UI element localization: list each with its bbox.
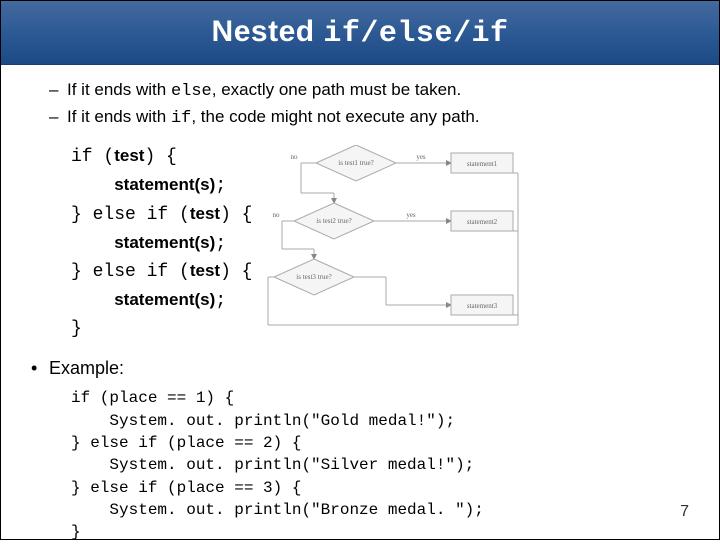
fc-stmt2: statement2	[467, 218, 498, 226]
fc-stmt3: statement3	[467, 302, 498, 310]
slide-title: Nested if/else/if	[212, 15, 509, 51]
bullet-item: – If it ends with if, the code might not…	[49, 106, 697, 131]
dash-icon: –	[49, 79, 67, 102]
flowchart-svg: is test1 true? yes statement1 no is test…	[266, 145, 521, 330]
title-plain: Nested	[212, 15, 324, 48]
syntax-block: if (test) { statement(s); } else if (tes…	[71, 143, 252, 344]
bullet-text: If it ends with if, the code might not e…	[67, 106, 480, 131]
fc-test1: is test1 true?	[339, 159, 374, 167]
title-code: if/else/if	[323, 17, 508, 51]
dash-icon: –	[49, 106, 67, 129]
bullet-item: – If it ends with else, exactly one path…	[49, 79, 697, 104]
slide-body: – If it ends with else, exactly one path…	[1, 65, 719, 554]
syntax-and-flow: if (test) { statement(s); } else if (tes…	[71, 143, 697, 344]
example-heading: • Example:	[31, 358, 697, 379]
page-number: 7	[680, 503, 689, 521]
example-code-block: if (place == 1) { System. out. println("…	[71, 387, 697, 544]
svg-text:yes: yes	[407, 211, 417, 219]
slide-header: Nested if/else/if	[1, 1, 719, 65]
fc-test3: is test3 true?	[297, 273, 332, 281]
svg-text:no: no	[273, 211, 281, 219]
svg-text:yes: yes	[417, 153, 427, 161]
bullet-dot-icon: •	[31, 358, 49, 379]
fc-stmt1: statement1	[467, 160, 498, 168]
svg-text:no: no	[291, 153, 299, 161]
flowchart-diagram: is test1 true? yes statement1 no is test…	[266, 145, 521, 330]
example-label-text: Example:	[49, 358, 124, 379]
fc-test2: is test2 true?	[317, 217, 352, 225]
bullet-text: If it ends with else, exactly one path m…	[67, 79, 461, 104]
